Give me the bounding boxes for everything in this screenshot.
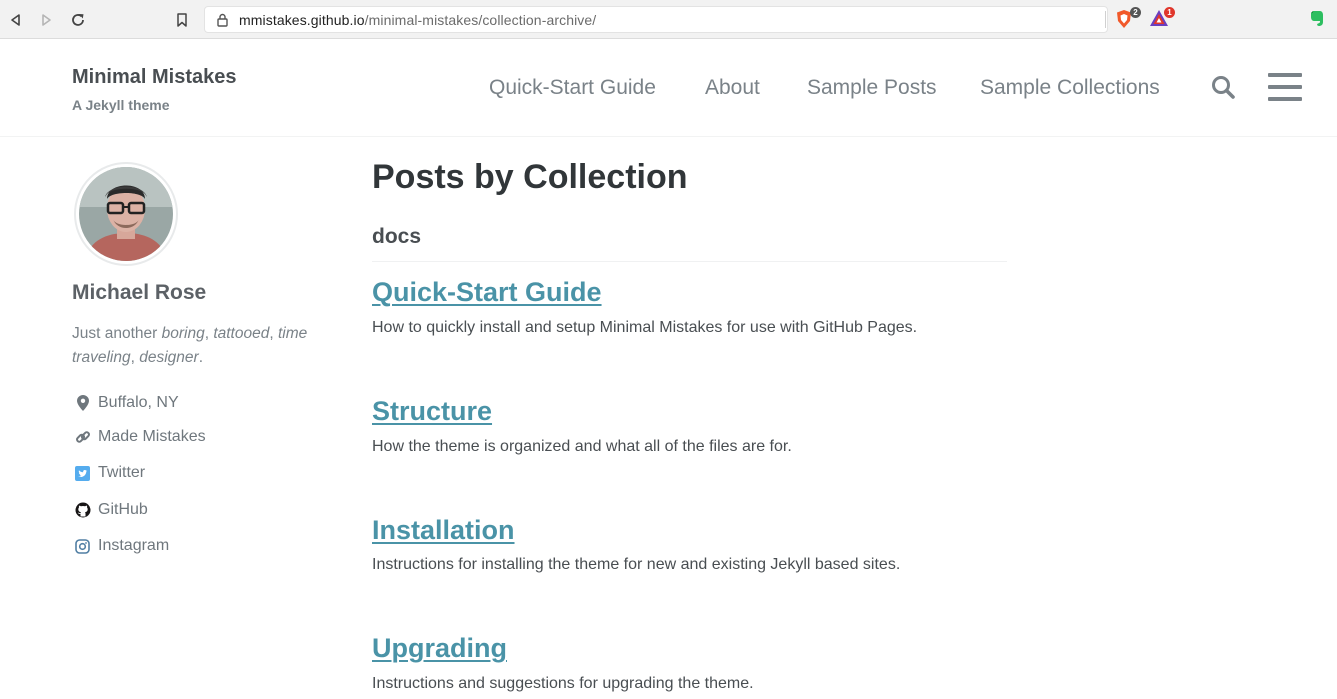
shields-count-badge: 2 bbox=[1130, 7, 1141, 18]
nav-link-quick-start-guide[interactable]: Quick-Start Guide bbox=[489, 76, 656, 100]
divider bbox=[372, 261, 1007, 262]
hamburger-menu-icon[interactable] bbox=[1268, 73, 1302, 101]
post-title-link[interactable]: Upgrading bbox=[372, 633, 507, 664]
page-title: Posts by Collection bbox=[372, 158, 688, 196]
reload-icon[interactable] bbox=[68, 10, 88, 30]
post-excerpt: How to quickly install and setup Minimal… bbox=[372, 319, 918, 336]
brave-shields-icon[interactable]: 2 bbox=[1115, 7, 1141, 31]
author-link-github[interactable]: GitHub bbox=[74, 499, 148, 521]
author-link-website[interactable]: Made Mistakes bbox=[74, 426, 206, 448]
site-subtitle: A Jekyll theme bbox=[72, 97, 170, 113]
post-title-link[interactable]: Installation bbox=[372, 515, 515, 546]
post-excerpt: Instructions and suggestions for upgradi… bbox=[372, 675, 754, 692]
author-name: Michael Rose bbox=[72, 281, 207, 304]
link-icon bbox=[74, 429, 91, 446]
author-location: Buffalo, NY bbox=[74, 392, 179, 414]
author-link-twitter[interactable]: Twitter bbox=[74, 462, 145, 484]
address-bar[interactable]: mmistakes.github.io/minimal-mistakes/col… bbox=[204, 6, 1108, 33]
author-bio: Just another boring, tattooed, time trav… bbox=[72, 325, 308, 366]
collection-heading: docs bbox=[372, 225, 422, 248]
author-avatar bbox=[74, 162, 178, 266]
evernote-icon[interactable] bbox=[1309, 9, 1331, 31]
nav-link-sample-collections[interactable]: Sample Collections bbox=[980, 76, 1160, 100]
nav-link-about[interactable]: About bbox=[705, 76, 760, 100]
post-excerpt: How the theme is organized and what all … bbox=[372, 438, 792, 455]
forward-icon[interactable] bbox=[36, 10, 56, 30]
toolbar-divider bbox=[1105, 11, 1106, 28]
site-header: Minimal Mistakes A Jekyll theme Quick-St… bbox=[0, 39, 1337, 137]
author-link-instagram[interactable]: Instagram bbox=[74, 535, 169, 557]
url-text: mmistakes.github.io/minimal-mistakes/col… bbox=[239, 12, 597, 28]
rewards-count-badge: 1 bbox=[1164, 7, 1175, 18]
search-icon[interactable] bbox=[1211, 75, 1237, 101]
bookmark-icon[interactable] bbox=[172, 10, 192, 30]
site-title-link[interactable]: Minimal Mistakes bbox=[72, 66, 237, 89]
post-excerpt: Instructions for installing the theme fo… bbox=[372, 556, 901, 573]
browser-toolbar: mmistakes.github.io/minimal-mistakes/col… bbox=[0, 0, 1337, 39]
map-marker-icon bbox=[74, 395, 91, 412]
back-icon[interactable] bbox=[6, 10, 26, 30]
instagram-icon bbox=[74, 538, 91, 555]
post-title-link[interactable]: Quick-Start Guide bbox=[372, 277, 602, 308]
lock-icon bbox=[217, 13, 228, 32]
nav-link-sample-posts[interactable]: Sample Posts bbox=[807, 76, 937, 100]
brave-rewards-icon[interactable]: 1 bbox=[1149, 7, 1175, 31]
twitter-icon bbox=[74, 465, 91, 482]
github-icon bbox=[74, 502, 91, 519]
post-title-link[interactable]: Structure bbox=[372, 396, 492, 427]
